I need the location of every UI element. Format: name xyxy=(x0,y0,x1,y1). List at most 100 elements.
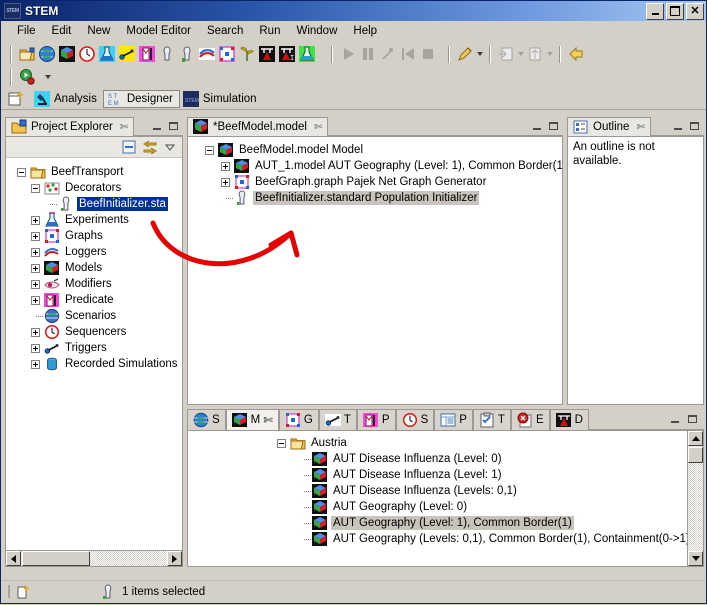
bottom-panel-tree[interactable]: Austria AUT Disease Influenza (Level: 0) A… xyxy=(188,431,703,547)
expand-collapse-icon[interactable] xyxy=(14,164,30,180)
back-arrow-icon[interactable] xyxy=(567,45,585,63)
expand-collapse-icon[interactable] xyxy=(28,212,44,228)
population-initializer-icon[interactable] xyxy=(158,45,176,63)
logger-icon[interactable] xyxy=(198,45,216,63)
expand-collapse-icon[interactable] xyxy=(218,174,234,190)
tree-item[interactable]: Experiments xyxy=(12,212,182,228)
tree-item[interactable]: AUT Geography (Level: 0) xyxy=(188,499,703,515)
graph-icon[interactable] xyxy=(218,45,236,63)
tree-item[interactable]: BeefInitializer.sta xyxy=(12,196,182,212)
open-project-icon[interactable] xyxy=(18,45,36,63)
expand-collapse-icon[interactable] xyxy=(28,228,44,244)
paint-brush-icon[interactable] xyxy=(456,45,474,63)
project-explorer-tab[interactable]: Project Explorer ✄ xyxy=(5,117,135,136)
outline-tab[interactable]: Outline ✄ xyxy=(567,117,651,136)
export-icon[interactable] xyxy=(526,45,544,63)
export-dropdown-arrow[interactable] xyxy=(545,46,554,62)
menu-file[interactable]: File xyxy=(9,23,44,39)
tree-item[interactable]: Predicate xyxy=(12,292,182,308)
menu-new[interactable]: New xyxy=(79,23,118,39)
disease-model-2-icon[interactable]: I xyxy=(278,45,296,63)
menu-help[interactable]: Help xyxy=(345,23,385,39)
tree-item[interactable]: Decorators xyxy=(12,180,182,196)
project-explorer-hscrollbar[interactable] xyxy=(6,550,182,566)
tree-item[interactable]: Triggers xyxy=(12,340,182,356)
model-editor-tree[interactable]: BeefModel.model Model AUT_1.model AUT Geo… xyxy=(188,137,562,206)
bottom-panel-vscrollbar[interactable] xyxy=(687,431,703,566)
reset-icon[interactable] xyxy=(399,45,417,63)
tree-item[interactable]: BeefInitializer.standard Population Init… xyxy=(192,190,562,206)
new-perspective-icon[interactable] xyxy=(7,90,27,108)
predicate-icon[interactable] xyxy=(138,45,156,63)
close-button[interactable]: ✕ xyxy=(686,2,704,20)
tab-tasks[interactable]: T xyxy=(472,409,511,430)
scroll-left-button[interactable] xyxy=(6,551,21,566)
expand-collapse-icon[interactable] xyxy=(28,292,44,308)
menu-run[interactable]: Run xyxy=(251,23,288,39)
stop-icon[interactable] xyxy=(419,45,437,63)
disease-model-icon[interactable] xyxy=(258,45,276,63)
import-icon[interactable] xyxy=(497,45,515,63)
population-model-icon[interactable] xyxy=(178,45,196,63)
globe-icon[interactable] xyxy=(38,45,56,63)
perspective-tab-designer[interactable]: S TE M Designer xyxy=(102,89,180,108)
green-flask-icon[interactable] xyxy=(298,45,316,63)
tree-item[interactable]: BeefModel.model Model xyxy=(192,142,562,158)
pause-icon[interactable] xyxy=(359,45,377,63)
expand-collapse-icon[interactable] xyxy=(28,244,44,260)
minimize-icon[interactable] xyxy=(532,121,544,132)
new-item-icon[interactable] xyxy=(16,584,32,600)
sequencer-clock-icon[interactable] xyxy=(78,45,96,63)
maximize-icon[interactable] xyxy=(168,121,180,132)
trigger-icon[interactable] xyxy=(118,45,136,63)
collapse-all-icon[interactable] xyxy=(122,140,136,154)
tree-item[interactable]: Scenarios xyxy=(12,308,182,324)
tree-item[interactable]: Austria xyxy=(188,435,703,451)
link-with-editor-icon[interactable] xyxy=(142,140,158,155)
vscroll-thumb[interactable] xyxy=(688,447,703,463)
perspective-tab-analysis[interactable]: Analysis xyxy=(31,90,103,108)
minimize-icon[interactable] xyxy=(670,414,682,425)
tree-item[interactable]: AUT Disease Influenza (Levels: 0,1) xyxy=(188,483,703,499)
maximize-button[interactable] xyxy=(666,2,684,20)
tab-error-log[interactable]: E xyxy=(510,409,550,430)
expand-collapse-icon[interactable] xyxy=(28,340,44,356)
tab-predicates[interactable]: P xyxy=(356,409,396,430)
model-cube-icon[interactable] xyxy=(58,45,76,63)
tree-item[interactable]: AUT Disease Influenza (Level: 0) xyxy=(188,451,703,467)
tree-item[interactable]: AUT Disease Influenza (Level: 1) xyxy=(188,467,703,483)
maximize-icon[interactable] xyxy=(689,121,701,132)
menu-search[interactable]: Search xyxy=(199,23,251,39)
perspective-tab-simulation[interactable]: STEM Simulation xyxy=(180,90,263,108)
paint-brush-dropdown-arrow[interactable] xyxy=(475,46,484,62)
run-with-icon[interactable] xyxy=(18,68,36,86)
project-explorer-tree[interactable]: BeefTransport Decorators BeefInitializer.s… xyxy=(6,158,182,372)
tree-item[interactable]: AUT Geography (Levels: 0,1), Common Bord… xyxy=(188,531,703,547)
food-production-icon[interactable] xyxy=(238,45,256,63)
tree-item[interactable]: BeefGraph.graph Pajek Net Graph Generato… xyxy=(192,174,562,190)
close-icon[interactable]: ✄ xyxy=(263,413,273,427)
tree-item[interactable]: Sequencers xyxy=(12,324,182,340)
tab-sequencers[interactable]: S xyxy=(395,409,435,430)
minimize-icon[interactable] xyxy=(673,121,685,132)
scroll-up-button[interactable] xyxy=(688,431,703,446)
expand-collapse-icon[interactable] xyxy=(202,142,218,158)
tree-item[interactable]: Modifiers xyxy=(12,276,182,292)
tree-item[interactable]: Models xyxy=(12,260,182,276)
tree-item[interactable]: Recorded Simulations xyxy=(12,356,182,372)
tab-models[interactable]: M ✄ xyxy=(225,409,279,430)
close-icon[interactable]: ✄ xyxy=(636,122,644,133)
tree-item[interactable]: Graphs xyxy=(12,228,182,244)
view-menu-icon[interactable] xyxy=(164,141,176,153)
minimize-button[interactable] xyxy=(646,2,664,20)
tab-diseases[interactable]: D xyxy=(549,409,589,430)
tree-item[interactable]: BeefTransport xyxy=(12,164,182,180)
tab-graphs[interactable]: G xyxy=(278,409,319,430)
tree-item[interactable]: Loggers xyxy=(12,244,182,260)
tree-item[interactable]: AUT_1.model AUT Geography (Level: 1), Co… xyxy=(192,158,562,174)
maximize-icon[interactable] xyxy=(548,121,560,132)
scroll-down-button[interactable] xyxy=(688,551,703,566)
expand-collapse-icon[interactable] xyxy=(28,324,44,340)
hscroll-thumb[interactable] xyxy=(22,551,90,566)
scroll-right-button[interactable] xyxy=(167,551,182,566)
